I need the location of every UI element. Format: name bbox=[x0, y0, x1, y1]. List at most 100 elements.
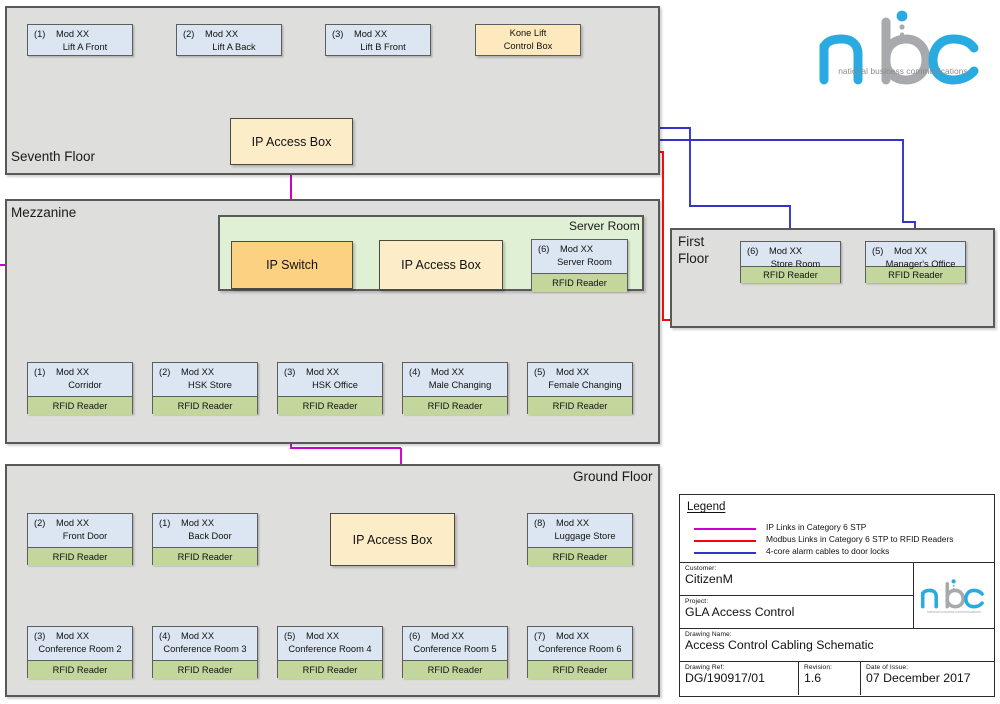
device-mod: Mod XX bbox=[769, 246, 803, 256]
logo-tagline: national business communications bbox=[838, 66, 968, 76]
device-info: (2) Mod XX HSK Store bbox=[153, 363, 257, 396]
legend-swatch-alarm bbox=[694, 552, 756, 554]
date-value: 07 December 2017 bbox=[866, 671, 971, 685]
device-name: Corridor bbox=[68, 380, 102, 391]
device-conference-room-5[interactable]: (6) Mod XX Conference Room 5 RFID Reader bbox=[402, 626, 508, 679]
device-conference-room-6[interactable]: (7) Mod XX Conference Room 6 RFID Reader bbox=[527, 626, 633, 679]
rfid-reader: RFID Reader bbox=[278, 396, 382, 415]
drawing-name-cell: Drawing Name: Access Control Cabling Sch… bbox=[680, 629, 994, 662]
drawing-meta-row: Drawing Ref: DG/190917/01 Revision: 1.6 … bbox=[680, 662, 994, 695]
device-info: (5) Mod XX Conference Room 4 bbox=[278, 627, 382, 660]
device-corridor[interactable]: (1) Mod XX Corridor RFID Reader bbox=[27, 362, 133, 415]
kone-line-2: Control Box bbox=[503, 41, 553, 51]
nbc-logo bbox=[819, 10, 979, 85]
device-info: (1) Mod XX Corridor bbox=[28, 363, 132, 396]
floor-label-first: First Floor bbox=[678, 234, 709, 266]
device-mod: Mod XX bbox=[205, 29, 239, 39]
title-block-logo: national business communications bbox=[920, 579, 984, 614]
ip-access-box-mezzanine[interactable]: IP Access Box bbox=[379, 240, 503, 290]
floor-label-mezzanine: Mezzanine bbox=[11, 205, 77, 220]
revision-value: 1.6 bbox=[804, 671, 822, 685]
device-server-room[interactable]: (6) Mod XX Server Room RFID Reader bbox=[531, 239, 628, 292]
device-back-door[interactable]: (1) Mod XX Back Door RFID Reader bbox=[152, 513, 258, 566]
device-name: Conference Room 5 bbox=[413, 644, 497, 655]
device-name: Conference Room 6 bbox=[538, 644, 622, 655]
device-index: (5) bbox=[872, 246, 884, 256]
device-conference-room-4[interactable]: (5) Mod XX Conference Room 4 RFID Reader bbox=[277, 626, 383, 679]
device-index: (6) bbox=[409, 631, 421, 641]
rfid-reader: RFID Reader bbox=[153, 396, 257, 415]
device-name: Female Changing bbox=[548, 380, 622, 391]
device-info: (3) Mod XX HSK Office bbox=[278, 363, 382, 396]
rfid-reader: RFID Reader bbox=[528, 396, 632, 415]
device-index: (2) bbox=[159, 367, 171, 377]
date-caption: Date of Issue: bbox=[866, 664, 909, 671]
legend-label-modbus: Modbus Links in Category 6 STP to RFID R… bbox=[766, 534, 954, 544]
rfid-reader: RFID Reader bbox=[403, 660, 507, 679]
device-index: (3) bbox=[34, 631, 46, 641]
device-luggage-store[interactable]: (8) Mod XX Luggage Store RFID Reader bbox=[527, 513, 633, 566]
device-store-room[interactable]: (6) Mod XX Store Room RFID Reader bbox=[740, 241, 841, 283]
device-info: (2) Mod XX Lift A Back bbox=[177, 25, 281, 55]
drawing-name-caption: Drawing Name: bbox=[685, 631, 732, 638]
device-name: HSK Store bbox=[188, 380, 232, 391]
device-female-changing[interactable]: (5) Mod XX Female Changing RFID Reader bbox=[527, 362, 633, 415]
floor-label-seventh: Seventh Floor bbox=[11, 149, 96, 164]
device-front-door[interactable]: (2) Mod XX Front Door RFID Reader bbox=[27, 513, 133, 566]
legend-title: Legend bbox=[687, 501, 726, 513]
device-mod: Mod XX bbox=[181, 367, 215, 377]
device-index: (1) bbox=[34, 367, 46, 377]
device-mod: Mod XX bbox=[556, 518, 590, 528]
device-index: (3) bbox=[332, 29, 344, 39]
device-lift-a-front[interactable]: (1) Mod XX Lift A Front bbox=[27, 24, 133, 56]
device-info: (6) Mod XX Store Room bbox=[741, 242, 840, 269]
rfid-reader: RFID Reader bbox=[28, 660, 132, 679]
device-name: HSK Office bbox=[312, 380, 358, 391]
device-hsk-office[interactable]: (3) Mod XX HSK Office RFID Reader bbox=[277, 362, 383, 415]
device-info: (1) Mod XX Back Door bbox=[153, 514, 257, 547]
device-conference-room-3[interactable]: (4) Mod XX Conference Room 3 RFID Reader bbox=[152, 626, 258, 679]
device-hsk-store[interactable]: (2) Mod XX HSK Store RFID Reader bbox=[152, 362, 258, 415]
device-lift-b-front[interactable]: (3) Mod XX Lift B Front bbox=[325, 24, 431, 56]
device-index: (6) bbox=[538, 244, 550, 254]
device-info: (6) Mod XX Server Room bbox=[532, 240, 627, 273]
ip-access-box-ground[interactable]: IP Access Box bbox=[330, 513, 455, 566]
legend-swatch-modbus bbox=[694, 540, 756, 542]
customer-caption: Customer: bbox=[685, 565, 717, 572]
device-info: (7) Mod XX Conference Room 6 bbox=[528, 627, 632, 660]
ip-access-box-seventh[interactable]: IP Access Box bbox=[230, 118, 353, 165]
device-lift-a-back[interactable]: (2) Mod XX Lift A Back bbox=[176, 24, 282, 56]
drawing-name-value: Access Control Cabling Schematic bbox=[685, 638, 874, 652]
svg-text:national business communicatio: national business communications bbox=[927, 610, 981, 614]
device-index: (1) bbox=[34, 29, 46, 39]
device-male-changing[interactable]: (4) Mod XX Male Changing RFID Reader bbox=[402, 362, 508, 415]
device-info: (5) Mod XX Manager's Office bbox=[866, 242, 965, 269]
ip-switch-mezzanine[interactable]: IP Switch bbox=[231, 241, 353, 289]
device-mod: Mod XX bbox=[306, 631, 340, 641]
device-managers-office[interactable]: (5) Mod XX Manager's Office RFID Reader bbox=[865, 241, 966, 283]
device-mod: Mod XX bbox=[556, 367, 590, 377]
device-mod: Mod XX bbox=[56, 518, 90, 528]
device-conference-room-2[interactable]: (3) Mod XX Conference Room 2 RFID Reader bbox=[27, 626, 133, 679]
device-index: (4) bbox=[409, 367, 421, 377]
schematic-page: Seventh Floor (1) Mod XX Lift A Front (2)… bbox=[0, 0, 1000, 704]
legend-label-ip: IP Links in Category 6 STP bbox=[766, 522, 867, 532]
device-mod: Mod XX bbox=[354, 29, 388, 39]
kone-lift-control-box[interactable]: Kone Lift Control Box bbox=[475, 24, 581, 56]
device-info: (6) Mod XX Conference Room 5 bbox=[403, 627, 507, 660]
device-index: (6) bbox=[747, 246, 759, 256]
device-name: Lift B Front bbox=[360, 42, 406, 53]
device-mod: Mod XX bbox=[431, 631, 465, 641]
date-cell: Date of Issue: 07 December 2017 bbox=[861, 662, 994, 695]
drawing-ref-cell: Drawing Ref: DG/190917/01 bbox=[680, 662, 799, 695]
drawing-ref-value: DG/190917/01 bbox=[685, 671, 765, 685]
device-index: (4) bbox=[159, 631, 171, 641]
device-mod: Mod XX bbox=[56, 367, 90, 377]
logo-dot-large bbox=[896, 10, 908, 22]
kone-line-1: Kone Lift bbox=[509, 27, 547, 38]
title-block: Legend IP Links in Category 6 STP Modbus… bbox=[679, 494, 995, 697]
device-info: (5) Mod XX Female Changing bbox=[528, 363, 632, 396]
device-name: Male Changing bbox=[428, 380, 492, 391]
device-info: (1) Mod XX Lift A Front bbox=[28, 25, 132, 55]
device-info: (3) Mod XX Lift B Front bbox=[326, 25, 430, 55]
